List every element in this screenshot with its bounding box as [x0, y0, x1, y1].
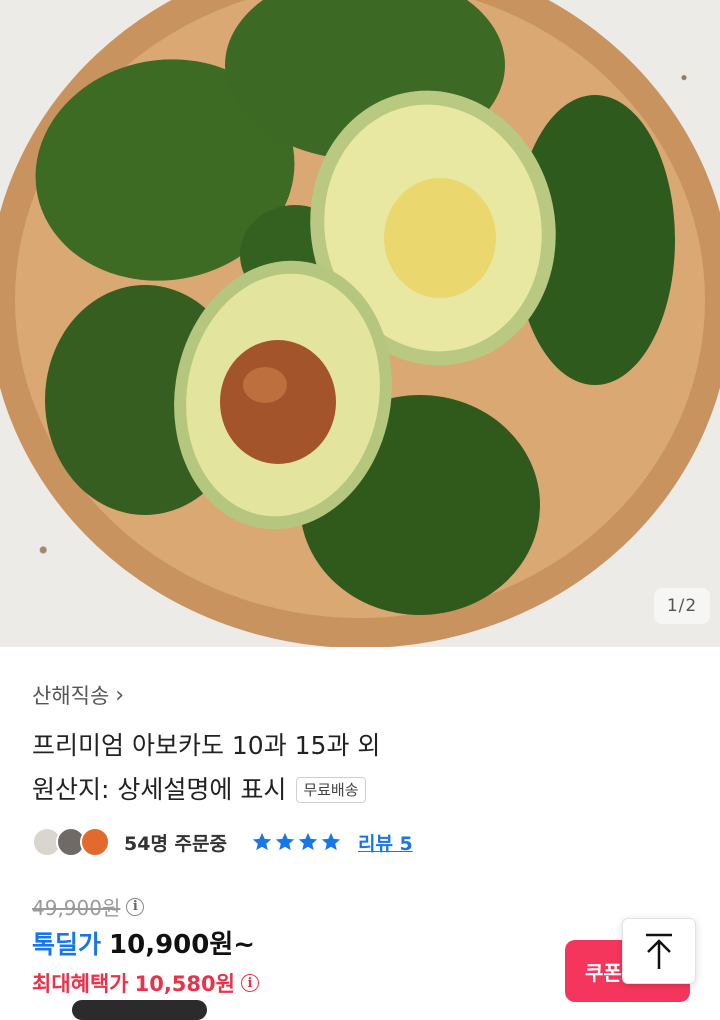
seller-name: 산해직송 — [32, 684, 110, 708]
info-icon[interactable]: i — [126, 897, 145, 916]
title-line-2: 원산지: 상세설명에 표시 — [32, 775, 287, 804]
free-shipping-badge: 무료배송 — [296, 777, 366, 803]
product-image[interactable]: 1/2 — [0, 0, 720, 647]
deal-price-row: 톡딜가 10,900원~ — [32, 924, 255, 961]
product-title: 프리미엄 아보카도 10과 15과 외 원산지: 상세설명에 표시 무료배송 — [32, 724, 672, 812]
buyer-avatars — [32, 824, 114, 860]
avatar — [80, 827, 110, 857]
bottom-bar-handle — [72, 1000, 207, 1020]
star-icon — [321, 832, 341, 851]
star-icon — [275, 832, 295, 851]
original-price-row: 49,900원 i — [32, 892, 145, 921]
benefit-price: 10,580원 — [134, 972, 235, 996]
seller-link[interactable]: 산해직송 › — [32, 680, 124, 710]
chevron-right-icon: › — [115, 682, 125, 708]
scroll-to-top-button[interactable] — [622, 918, 696, 984]
original-price: 49,900원 — [32, 896, 121, 920]
benefit-label: 최대혜택가 — [32, 972, 129, 996]
title-line-1: 프리미엄 아보카도 10과 15과 외 — [32, 731, 381, 760]
deal-price: 10,900원~ — [109, 930, 256, 960]
coupon-label: 쿠폰 — [585, 960, 622, 985]
avocado-bowl-illustration — [0, 0, 720, 647]
star-icon — [252, 832, 272, 851]
product-meta: 54명 주문중 리뷰 5 — [32, 822, 413, 862]
star-icon — [298, 832, 318, 851]
order-count: 54명 주문중 — [124, 832, 227, 855]
benefit-price-row: 최대혜택가 10,580원 i — [32, 968, 259, 998]
review-link[interactable]: 리뷰 5 — [358, 829, 413, 856]
image-counter: 1/2 — [654, 588, 710, 624]
deal-label: 톡딜가 — [32, 929, 102, 959]
rating-stars — [251, 831, 342, 853]
arrow-up-icon — [646, 933, 672, 969]
info-icon[interactable]: i — [240, 974, 259, 992]
